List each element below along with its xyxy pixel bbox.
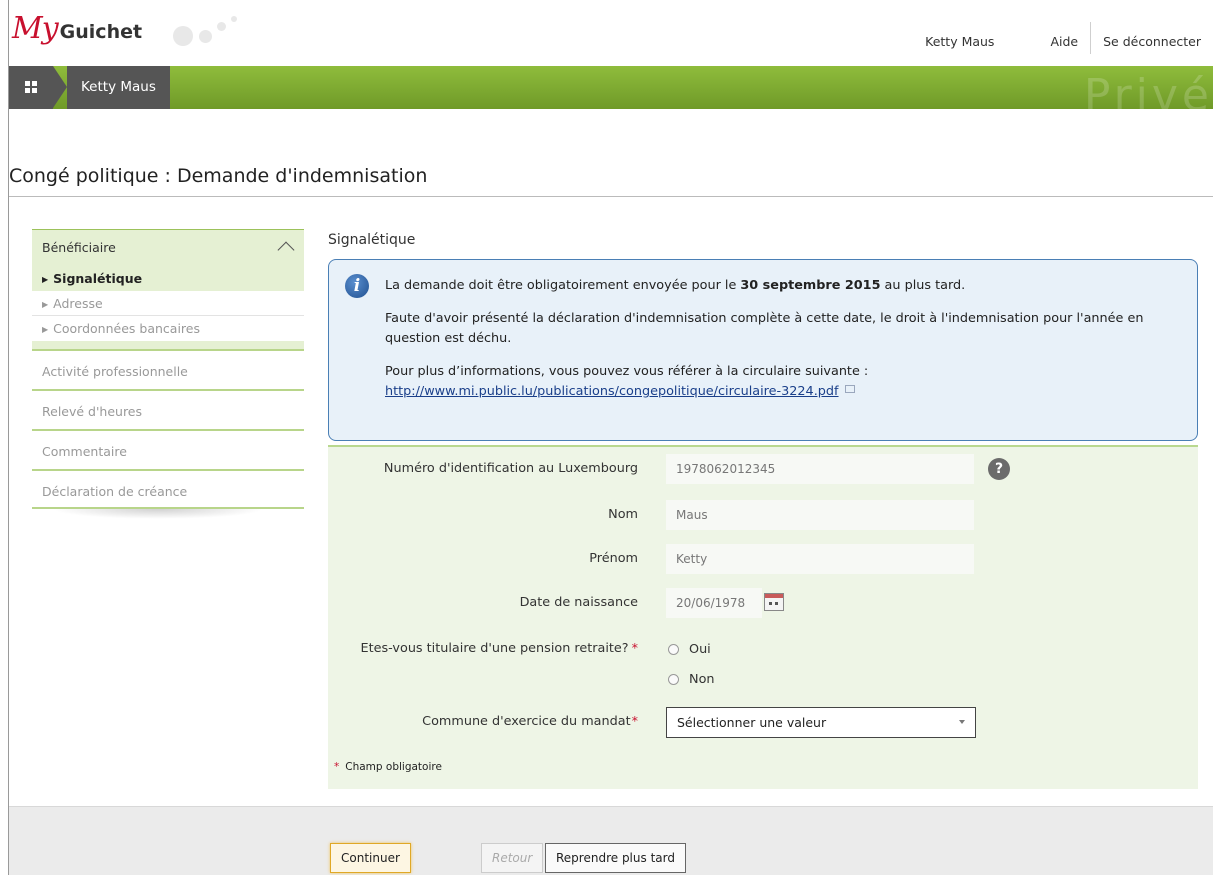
info-consequence: Faute d'avoir présenté la déclaration d'… [385, 311, 1144, 346]
sidebar-item-label: Adresse [53, 296, 103, 311]
back-button[interactable]: Retour [481, 843, 544, 873]
radio-non[interactable]: Non [668, 669, 715, 689]
logout-link[interactable]: Se déconnecter [1091, 34, 1213, 49]
logo-guichet: Guichet [59, 21, 143, 43]
sidebar-group-beneficiaire: Bénéficiaire ▶ Signalétique ▶ Adresse ▶ Coo… [32, 229, 304, 349]
sidebar-group-header[interactable]: Bénéficiaire [32, 230, 304, 266]
section-title: Signalétique [328, 232, 416, 248]
commune-select[interactable]: Sélectionner une valeur [666, 707, 976, 738]
sidebar-item-signaletique[interactable]: ▶ Signalétique [32, 266, 304, 291]
triangle-right-icon: ▶ [42, 275, 49, 284]
header-links: Ketty Maus Aide Se déconnecter [913, 22, 1213, 54]
nom-field[interactable] [666, 500, 974, 530]
required-marker: * [334, 761, 340, 773]
sidebar: Bénéficiaire ▶ Signalétique ▶ Adresse ▶ Coo… [32, 229, 304, 519]
info-box: i La demande doit être obligatoirement e… [328, 259, 1198, 441]
pension-label-text: Etes-vous titulaire d'une pension retrai… [360, 641, 629, 656]
navigation-bar: Ketty Maus Privé [9, 66, 1213, 121]
myguichet-logo[interactable]: My Guichet [12, 11, 142, 51]
breadcrumb-chevron-icon [53, 66, 67, 108]
row-nom: Nom [328, 500, 1198, 530]
page-title: Congé politique : Demande d'indemnisatio… [9, 165, 428, 187]
info-text: au plus tard. [880, 278, 966, 293]
sidebar-item-commentaire[interactable]: Commentaire [32, 429, 304, 469]
triangle-right-icon: ▶ [42, 325, 49, 334]
radio-circle-icon[interactable] [668, 673, 679, 685]
info-text: Pour plus d’informations, vous pouvez vo… [385, 364, 869, 379]
header: My Guichet Ketty Maus Aide Se déconnecte… [9, 0, 1213, 66]
action-bar: Continuer Retour Reprendre plus tard [9, 806, 1213, 875]
circulaire-link[interactable]: http://www.mi.public.lu/publications/con… [385, 384, 839, 399]
sidebar-item-label: Coordonnées bancaires [53, 321, 200, 336]
commune-select-value: Sélectionner une valeur [677, 715, 827, 730]
radio-circle-icon[interactable] [668, 643, 679, 655]
sidebar-item-activite-professionnelle[interactable]: Activité professionnelle [32, 349, 304, 389]
prenom-label: Prénom [589, 551, 638, 566]
info-icon: i [345, 274, 369, 298]
info-text: La demande doit être obligatoirement env… [385, 278, 741, 293]
sidebar-group-title: Bénéficiaire [42, 240, 116, 255]
required-note: * Champ obligatoire [334, 761, 442, 773]
commune-label: Commune d'exercice du mandat* [422, 707, 638, 737]
nom-label: Nom [608, 507, 638, 522]
row-date-naissance: Date de naissance [328, 588, 1198, 618]
external-window-icon [844, 385, 855, 393]
sidebar-item-label: Signalétique [53, 271, 143, 286]
radio-non-label: Non [689, 671, 715, 687]
required-marker: * [631, 714, 638, 729]
commune-label-text: Commune d'exercice du mandat [422, 714, 631, 729]
dropdown-arrow-icon [959, 720, 965, 724]
sidebar-item-adresse[interactable]: ▶ Adresse [32, 291, 304, 316]
radio-oui[interactable]: Oui [668, 639, 711, 659]
dob-label: Date de naissance [519, 595, 638, 610]
pension-label: Etes-vous titulaire d'une pension retrai… [361, 634, 639, 664]
id-label: Numéro d'identification au Luxembourg [383, 461, 638, 476]
signaletique-form: Numéro d'identification au Luxembourg ? … [328, 445, 1198, 789]
row-pension: Etes-vous titulaire d'une pension retrai… [328, 634, 1198, 664]
resume-later-button[interactable]: Reprendre plus tard [545, 843, 686, 873]
dob-field[interactable] [666, 588, 762, 618]
sidebar-group-footer [32, 341, 304, 349]
sidebar-item-declaration-creance[interactable]: Déclaration de créance [32, 469, 304, 509]
required-note-text: Champ obligatoire [345, 761, 442, 773]
calendar-icon[interactable] [764, 593, 784, 611]
triangle-right-icon: ▶ [42, 300, 49, 309]
radio-oui-label: Oui [689, 641, 711, 657]
sidebar-item-releve-heures[interactable]: Relevé d'heures [32, 389, 304, 429]
logo-my: My [12, 11, 59, 46]
logo-dots-decoration [173, 16, 243, 52]
sidebar-item-coordonnees-bancaires[interactable]: ▶ Coordonnées bancaires [32, 316, 304, 341]
prenom-field[interactable] [666, 544, 974, 574]
row-identification: Numéro d'identification au Luxembourg ? [328, 454, 1198, 484]
row-prenom: Prénom [328, 544, 1198, 574]
row-commune: Commune d'exercice du mandat* Sélectionn… [328, 707, 1198, 738]
collapse-chevron-up-icon[interactable] [277, 241, 295, 259]
required-marker: * [631, 641, 638, 656]
info-deadline-date: 30 septembre 2015 [740, 278, 881, 293]
continue-button[interactable]: Continuer [330, 843, 411, 873]
apps-grid-icon[interactable] [9, 66, 53, 109]
app-frame-border [8, 0, 9, 875]
help-link[interactable]: Aide [1038, 34, 1090, 49]
id-number-field[interactable] [666, 454, 974, 484]
header-user-name[interactable]: Ketty Maus [913, 34, 1038, 49]
breadcrumb-user[interactable]: Ketty Maus [67, 66, 170, 109]
info-deadline: La demande doit être obligatoirement env… [385, 276, 1177, 296]
title-divider [9, 196, 1213, 197]
info-more: Pour plus d’informations, vous pouvez vo… [385, 362, 1177, 402]
help-question-icon[interactable]: ? [988, 458, 1010, 480]
space-label-prive: Privé [1083, 70, 1213, 121]
